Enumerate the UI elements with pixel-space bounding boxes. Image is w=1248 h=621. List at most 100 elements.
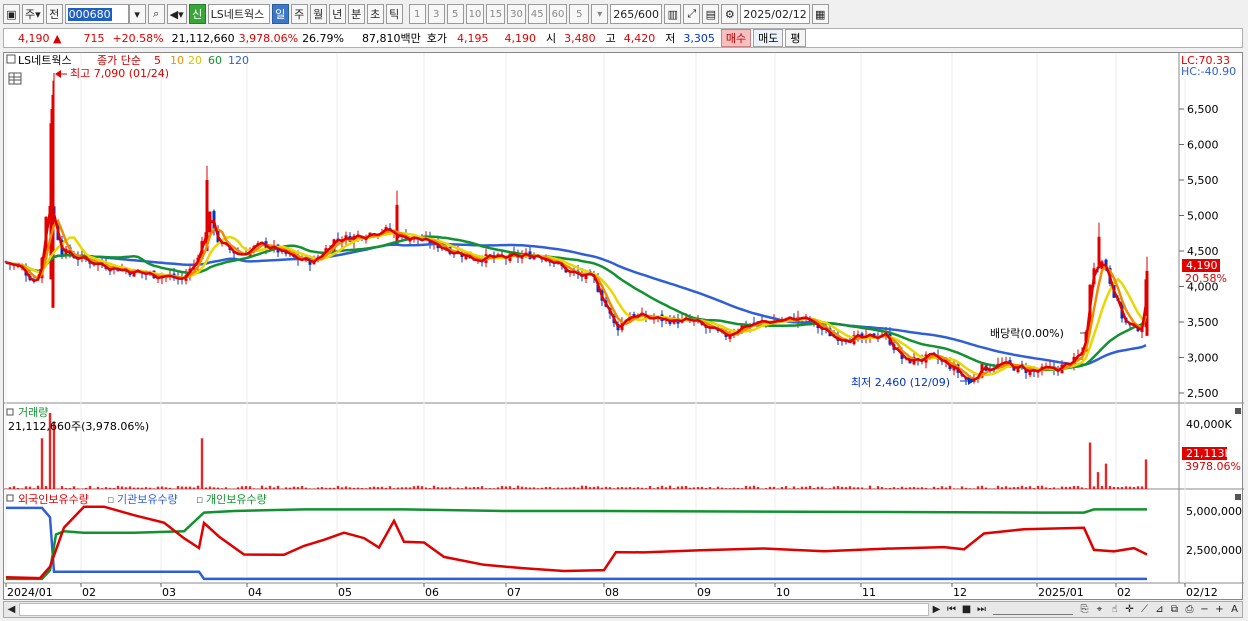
period-button-tick[interactable]: 틱 — [385, 4, 403, 24]
volume-bar — [644, 488, 648, 489]
interval-input[interactable]: 5 — [569, 4, 590, 24]
volume-bar — [68, 488, 72, 489]
line-icon[interactable]: ⟋ — [1137, 602, 1152, 617]
volume-bar — [500, 485, 504, 489]
scroll-right-icon[interactable]: ▶ — [929, 602, 944, 617]
volume-bar — [120, 486, 124, 489]
rewind-icon[interactable]: ⏮ — [944, 602, 959, 617]
table-icon[interactable] — [8, 72, 22, 85]
date-input[interactable]: 2025/02/12 — [740, 4, 810, 24]
speaker-icon[interactable]: ◀▾ — [166, 4, 187, 24]
interval-button-15[interactable]: 15 — [486, 4, 506, 24]
interval-button-60[interactable]: 60 — [548, 4, 568, 24]
copy-icon[interactable]: ⧉ — [1167, 602, 1182, 617]
volume-bar — [464, 486, 468, 489]
volume-bar — [700, 486, 704, 489]
volume-bar — [236, 487, 240, 489]
zoom-in-icon[interactable]: + — [1212, 602, 1227, 617]
stock-name-field[interactable]: LS네트웍스 — [207, 4, 270, 24]
compare-icon[interactable]: ⎘ — [1077, 602, 1092, 617]
sell-button[interactable]: 매도 — [753, 29, 784, 47]
interval-button-30[interactable]: 30 — [507, 4, 526, 24]
stop-icon[interactable]: ■ — [959, 602, 974, 617]
panel-menu-icon[interactable] — [6, 54, 16, 64]
volume-bar — [292, 486, 296, 489]
volume-bar — [672, 488, 676, 489]
zoom-out-icon[interactable]: − — [1197, 602, 1212, 617]
volume-bar — [1132, 487, 1136, 489]
period-button-week[interactable]: 주 — [290, 4, 308, 24]
buy-button[interactable]: 매수 — [720, 29, 752, 47]
cursor-icon[interactable]: ⌖ — [1092, 602, 1107, 617]
scroll-left-icon[interactable]: ◀ — [4, 602, 19, 617]
interval-dropdown-icon[interactable]: ▾ — [591, 4, 609, 24]
calendar-icon[interactable]: ▦ — [811, 4, 829, 24]
volume-close-icon[interactable] — [1235, 408, 1241, 414]
auto-scale-icon[interactable]: A — [1227, 602, 1242, 617]
volume-menu-icon[interactable] — [6, 408, 14, 416]
volume-bar — [296, 487, 300, 489]
chart-canvas[interactable]: LS네트웍스 종가 단순 5 10 20 60 120 LC:70.33 HC:… — [4, 53, 1244, 601]
holder-close-icon[interactable] — [1235, 494, 1241, 500]
interval-button-5[interactable]: 5 — [446, 4, 464, 24]
drawing-tool-icon[interactable]: ⤢ — [683, 4, 701, 24]
stock-chart[interactable]: LS네트웍스 종가 단순 5 10 20 60 120 LC:70.33 HC:… — [3, 52, 1244, 601]
compare-button[interactable]: 전 — [45, 4, 63, 24]
volume-bar — [608, 487, 612, 489]
zoom-slider[interactable] — [993, 604, 1073, 615]
bid-price: 4,190 — [504, 31, 537, 45]
volume-bar — [764, 488, 768, 489]
measure-icon[interactable]: ⊿ — [1152, 602, 1167, 617]
chart-grid — [5, 53, 1186, 583]
count-max: /600 — [634, 7, 660, 21]
interval-button-45[interactable]: 45 — [527, 4, 547, 24]
volume-bar — [152, 488, 156, 489]
volume-bar — [160, 486, 164, 489]
period-button-year[interactable]: 년 — [328, 4, 346, 24]
volume-bar — [24, 486, 28, 489]
stock-code-input[interactable]: 000680 — [64, 4, 129, 24]
volume-bar — [128, 486, 132, 489]
volume-bar — [84, 487, 88, 489]
gear-icon[interactable]: ⚙ — [721, 4, 739, 24]
crosshair-icon[interactable]: ✛ — [1122, 602, 1137, 617]
volume-bar — [200, 438, 204, 489]
interval-button-10[interactable]: 10 — [465, 4, 485, 24]
legend-ma-5: 5 — [154, 54, 161, 67]
fast-forward-icon[interactable]: ⏭ — [974, 602, 989, 617]
interval-button-1[interactable]: 1 — [408, 4, 426, 24]
period-button-day[interactable]: 일 — [271, 4, 289, 24]
count-input[interactable]: 265/600 — [610, 4, 663, 24]
layout-icon[interactable]: ▣ — [3, 4, 20, 24]
volume-bar — [372, 486, 376, 489]
period-type-select[interactable]: 주 ▾ — [22, 4, 44, 24]
eval-button[interactable]: 평 — [785, 29, 806, 47]
candle-type-icon[interactable]: ▥ — [664, 4, 682, 24]
code-dropdown-icon[interactable]: ▾ — [128, 4, 146, 24]
period-button-second[interactable]: 초 — [366, 4, 384, 24]
period-button-month[interactable]: 월 — [309, 4, 327, 24]
save-icon[interactable]: ▤ — [702, 4, 720, 24]
scroll-track[interactable] — [19, 603, 929, 616]
x-tick-label: 2025/01 — [1038, 586, 1084, 599]
volume-bar — [860, 487, 864, 489]
period-button-minute[interactable]: 분 — [347, 4, 365, 24]
holder-menu-icon[interactable] — [6, 494, 14, 502]
hand-icon[interactable]: ☝ — [1107, 602, 1122, 617]
chart-scrollbar[interactable]: ◀ ▶ ⏮ ■ ⏭ ⎘ ⌖ ☝ ✛ ⟋ ⊿ ⧉ ⎙ − + A — [3, 601, 1243, 618]
volume-bar — [528, 487, 532, 489]
volume-bar — [900, 486, 904, 489]
interval-button-3[interactable]: 3 — [427, 4, 445, 24]
stock-code-value: 000680 — [67, 7, 112, 21]
volume-bar — [816, 486, 820, 489]
search-icon[interactable]: ⌕ — [147, 4, 165, 24]
volume-bar — [36, 485, 40, 489]
volume-bar — [932, 486, 936, 489]
volume-bar — [396, 487, 400, 489]
volume-bar — [1064, 486, 1068, 489]
volume-plot — [4, 412, 1148, 489]
volume-bar — [772, 486, 776, 489]
print-icon[interactable]: ⎙ — [1182, 602, 1197, 617]
holder-plot — [5, 505, 1148, 581]
volume-bar — [432, 485, 436, 489]
